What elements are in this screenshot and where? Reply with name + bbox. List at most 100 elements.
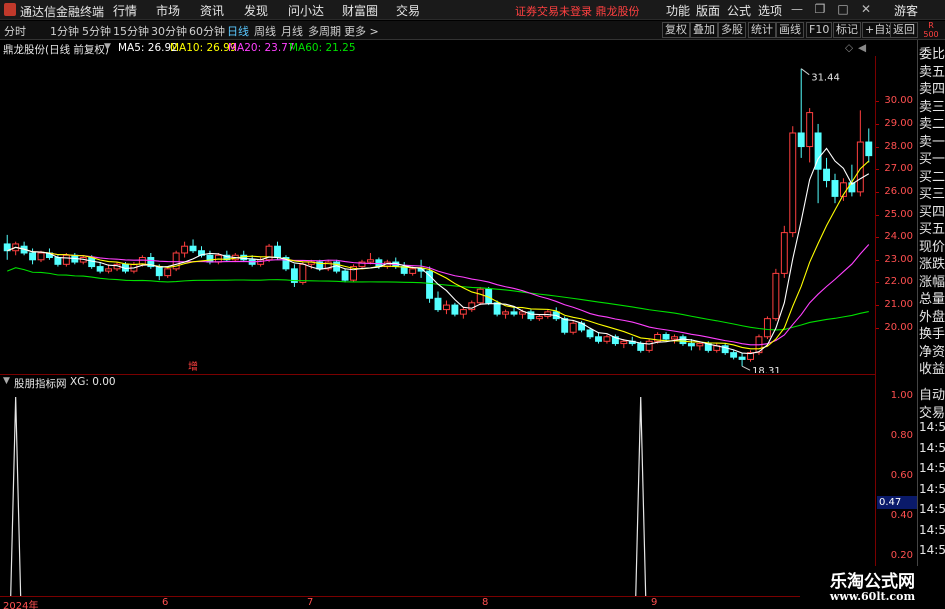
period-weekly[interactable]: 周线 [254, 23, 276, 39]
watermark: 乐淘公式网 www.60lt.com [800, 566, 945, 609]
period-fenshi[interactable]: 分时 [4, 23, 26, 39]
price-tick: 29.00 [884, 117, 913, 129]
date-tick: 8 [482, 597, 489, 608]
menu-xuanxiang[interactable]: 选项 [758, 2, 782, 19]
price-tick-mark [876, 123, 879, 125]
candle [366, 259, 374, 263]
side-label: 委比 [919, 47, 945, 62]
indicator-tick: 1.00 [890, 390, 913, 401]
back-button[interactable]: 返回 [890, 22, 918, 38]
candle [206, 254, 214, 263]
menu-shichang[interactable]: 市场 [156, 2, 180, 19]
side-label: 净资 [919, 344, 945, 360]
maximize-icon[interactable]: □ [834, 1, 852, 18]
candle [569, 322, 577, 333]
candle [662, 334, 670, 340]
candle [138, 257, 146, 265]
draw-line-button[interactable]: 画线 [776, 22, 804, 38]
dropdown-icon[interactable]: ▼ [104, 42, 111, 52]
price-tick: 24.00 [884, 231, 913, 243]
trade-login-alert[interactable]: 证券交易未登录 鼎龙股份 [515, 3, 640, 19]
period-1min[interactable]: 1分钟 [50, 23, 79, 39]
menu-jiaoyi[interactable]: 交易 [396, 2, 420, 19]
candle [763, 318, 771, 338]
menu-caifuquan[interactable]: 财富圈 [342, 2, 378, 19]
price-tick: 27.00 [884, 163, 913, 175]
trade-time: 14:56 [919, 522, 945, 537]
menu-hangqing[interactable]: 行情 [113, 2, 137, 19]
period-30min[interactable]: 30分钟 [151, 23, 187, 39]
side-label: 现价 [919, 239, 945, 255]
period-5min[interactable]: 5分钟 [82, 23, 111, 39]
ma10-line [7, 160, 870, 350]
date-tick: 9 [651, 597, 658, 608]
side-label: 换手 [919, 327, 945, 342]
kline-chart: 31.44 18.31 增 [3, 68, 873, 377]
settings-diamond-icon[interactable]: ◇ [845, 42, 853, 54]
candle [831, 180, 839, 197]
side-label: 总量 [919, 292, 945, 307]
candle [730, 352, 738, 358]
side-label: 卖一 [919, 134, 945, 150]
candle [772, 272, 780, 320]
candle [442, 304, 450, 311]
menu-banmian[interactable]: 版面 [696, 2, 720, 19]
indicator-panel[interactable] [0, 374, 875, 598]
price-tick-mark [876, 101, 879, 103]
guest-account[interactable]: 游客 [894, 2, 918, 19]
candle [535, 315, 543, 320]
trade-time: 14:56 [919, 420, 945, 434]
side-label: 收益 [919, 362, 945, 377]
overlay-button[interactable]: 叠加 [690, 22, 718, 38]
period-15min[interactable]: 15分钟 [113, 23, 149, 39]
zeng-marker: 增 [188, 360, 198, 373]
stock-label[interactable]: 鼎龙股份(日线 前复权) [3, 42, 109, 57]
price-tick-mark [876, 305, 879, 307]
menu-gongneng[interactable]: 功能 [666, 2, 690, 19]
mark-button[interactable]: 标记 [833, 22, 861, 38]
kline-panel[interactable]: 31.44 18.31 增 [0, 56, 875, 377]
candle [459, 309, 467, 315]
candle [671, 336, 678, 340]
candle [696, 343, 704, 347]
watermark-url: www.60lt.com [829, 590, 916, 603]
statistics-button[interactable]: 统计 [748, 22, 776, 38]
side-label: 涨幅 [919, 274, 945, 290]
period-more[interactable]: 更多 > [344, 23, 379, 39]
candle [510, 311, 518, 315]
side-label: 外盘 [919, 309, 945, 325]
candle [164, 268, 172, 277]
menu-zixun[interactable]: 资讯 [200, 2, 224, 19]
ma5-label: MA5: 26.92 [118, 42, 178, 54]
ma60-label: MA60: 21.25 [289, 42, 356, 54]
minimize-icon[interactable]: — [788, 1, 806, 18]
period-multi[interactable]: 多周期 [308, 23, 341, 39]
ma20-label: MA20: 23.77 [228, 42, 295, 54]
menu-wenxiaoda[interactable]: 问小达 [288, 2, 324, 19]
candle [341, 270, 349, 281]
watermark-title: 乐淘公式网 [830, 572, 915, 592]
indicator-name[interactable]: 股朋指标网 [14, 376, 67, 391]
candle [181, 245, 189, 254]
period-60min[interactable]: 60分钟 [189, 23, 225, 39]
chart-info-line: 鼎龙股份(日线 前复权) ▼ MA5: 26.92 MA10: 26.99 MA… [0, 41, 875, 56]
restore-icon[interactable]: ❐ [811, 1, 829, 18]
close-icon[interactable]: ✕ [857, 1, 875, 18]
multi-stock-button[interactable]: 多股 [718, 22, 746, 38]
period-daily[interactable]: 日线 [227, 23, 249, 39]
candle [155, 266, 163, 277]
side-label: 买一 [919, 152, 945, 167]
period-toolbar: 分时 1分钟 5分钟 15分钟 30分钟 60分钟 日线 周线 月线 多周期 更… [0, 21, 945, 40]
price-tick-mark [876, 191, 879, 193]
indicator-dropdown-icon[interactable]: ▼ [3, 376, 10, 386]
side-label: 卖三 [919, 99, 945, 115]
app-title: 通达信金融终端 [20, 5, 105, 19]
collapse-arrow-icon[interactable]: ◀ [858, 42, 866, 54]
xg-signal-line [0, 396, 870, 598]
menu-faxian[interactable]: 发现 [244, 2, 268, 19]
fuquan-button[interactable]: 复权 [662, 22, 690, 38]
indicator-tick: 0.80 [890, 430, 913, 441]
period-monthly[interactable]: 月线 [281, 23, 303, 39]
menu-gongshi[interactable]: 公式 [727, 2, 751, 19]
f10-button[interactable]: F10 [806, 22, 833, 38]
